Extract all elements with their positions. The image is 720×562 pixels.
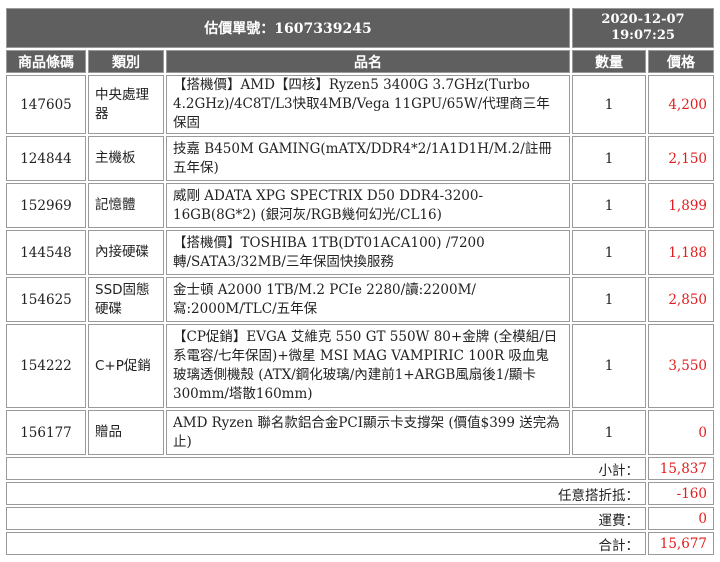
discount-label: 任意搭折抵： — [6, 482, 646, 505]
col-header-category: 類別 — [88, 50, 164, 73]
summary-row-total: 合計： 15,677 — [6, 532, 714, 555]
item-category: SSD固態硬碟 — [88, 277, 164, 322]
quote-table: 估價單號：1607339245 2020-12-07 19:07:25 商品條碼… — [4, 6, 716, 557]
quote-date: 2020-12-07 — [601, 12, 685, 27]
quote-number: 估價單號：1607339245 — [6, 8, 570, 48]
total-label: 合計： — [6, 532, 646, 555]
col-header-qty: 數量 — [572, 50, 646, 73]
item-price: 1,899 — [648, 183, 714, 228]
item-qty: 1 — [572, 183, 646, 228]
item-qty: 1 — [572, 230, 646, 275]
item-category: 贈品 — [88, 410, 164, 455]
subtotal-label: 小計： — [6, 457, 646, 480]
summary-row-subtotal: 小計： 15,837 — [6, 457, 714, 480]
subtotal-value: 15,837 — [648, 457, 714, 480]
item-qty: 1 — [572, 410, 646, 455]
shipping-value: 0 — [648, 507, 714, 530]
table-row: 154625 SSD固態硬碟 金士頓 A2000 1TB/M.2 PCIe 22… — [6, 277, 714, 322]
item-category: 記憶體 — [88, 183, 164, 228]
summary-row-discount: 任意搭折抵： -160 — [6, 482, 714, 505]
summary-row-shipping: 運費： 0 — [6, 507, 714, 530]
item-name: 金士頓 A2000 1TB/M.2 PCIe 2280/讀:2200M/寫:20… — [166, 277, 570, 322]
col-header-price: 價格 — [648, 50, 714, 73]
item-price: 2,150 — [648, 136, 714, 181]
item-qty: 1 — [572, 277, 646, 322]
item-price: 4,200 — [648, 75, 714, 134]
table-row: 154222 C+P促銷 【CP促銷】EVGA 艾維克 550 GT 550W … — [6, 324, 714, 408]
item-category: 中央處理器 — [88, 75, 164, 134]
quote-datetime: 2020-12-07 19:07:25 — [572, 8, 714, 48]
item-name: AMD Ryzen 聯名款鋁合金PCI顯示卡支撐架 (價值$399 送完為止) — [166, 410, 570, 455]
item-category: 內接硬碟 — [88, 230, 164, 275]
item-code: 147605 — [6, 75, 86, 134]
item-code: 154625 — [6, 277, 86, 322]
item-code: 124844 — [6, 136, 86, 181]
item-code: 152969 — [6, 183, 86, 228]
item-qty: 1 — [572, 75, 646, 134]
table-row: 147605 中央處理器 【搭機價】AMD【四核】Ryzen5 3400G 3.… — [6, 75, 714, 134]
item-code: 156177 — [6, 410, 86, 455]
total-value: 15,677 — [648, 532, 714, 555]
item-qty: 1 — [572, 136, 646, 181]
quote-time: 19:07:25 — [611, 28, 675, 43]
item-price: 2,850 — [648, 277, 714, 322]
table-row: 124844 主機板 技嘉 B450M GAMING(mATX/DDR4*2/1… — [6, 136, 714, 181]
item-price: 1,188 — [648, 230, 714, 275]
item-code: 154222 — [6, 324, 86, 408]
item-name: 【CP促銷】EVGA 艾維克 550 GT 550W 80+金牌 (全模組/日系… — [166, 324, 570, 408]
discount-value: -160 — [648, 482, 714, 505]
table-row: 156177 贈品 AMD Ryzen 聯名款鋁合金PCI顯示卡支撐架 (價值$… — [6, 410, 714, 455]
item-price: 0 — [648, 410, 714, 455]
shipping-label: 運費： — [6, 507, 646, 530]
item-name: 【搭機價】AMD【四核】Ryzen5 3400G 3.7GHz(Turbo 4.… — [166, 75, 570, 134]
item-name: 技嘉 B450M GAMING(mATX/DDR4*2/1A1D1H/M.2/註… — [166, 136, 570, 181]
item-code: 144548 — [6, 230, 86, 275]
item-category: 主機板 — [88, 136, 164, 181]
item-category: C+P促銷 — [88, 324, 164, 408]
item-name: 威剛 ADATA XPG SPECTRIX D50 DDR4-3200-16GB… — [166, 183, 570, 228]
col-header-name: 品名 — [166, 50, 570, 73]
table-row: 144548 內接硬碟 【搭機價】TOSHIBA 1TB(DT01ACA100)… — [6, 230, 714, 275]
item-name: 【搭機價】TOSHIBA 1TB(DT01ACA100) /7200轉/SATA… — [166, 230, 570, 275]
item-qty: 1 — [572, 324, 646, 408]
item-price: 3,550 — [648, 324, 714, 408]
col-header-code: 商品條碼 — [6, 50, 86, 73]
table-row: 152969 記憶體 威剛 ADATA XPG SPECTRIX D50 DDR… — [6, 183, 714, 228]
